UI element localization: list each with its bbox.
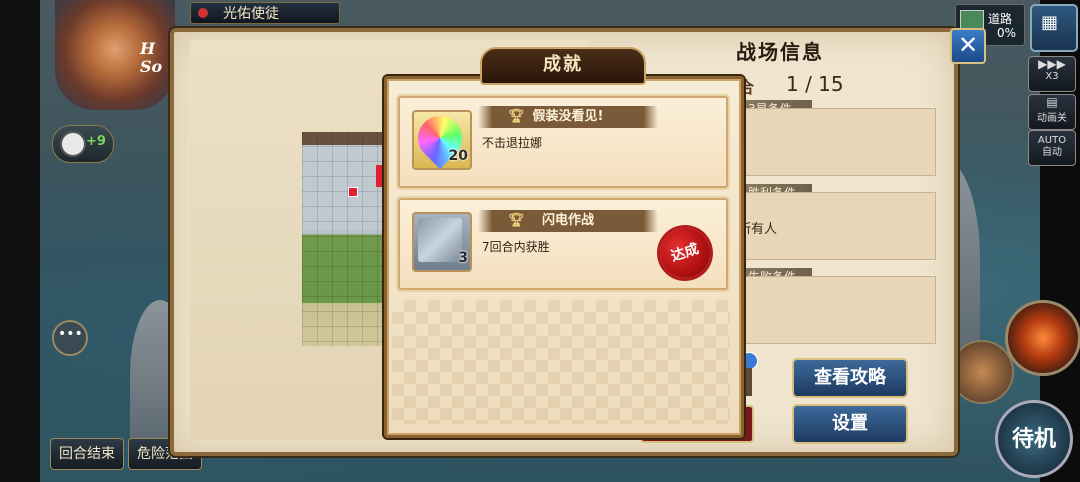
auto-button[interactable]: AUTO 自动	[1028, 130, 1076, 166]
fast-forward-icon: ▶▶▶	[1038, 57, 1066, 71]
animation-toggle-button[interactable]: ▤ 动画关	[1028, 94, 1076, 130]
achievement-name: 假装没看见!	[478, 106, 658, 128]
skill-orb-secondary[interactable]	[950, 340, 1014, 404]
achievement-name: 闪电作战	[478, 210, 658, 232]
hidden-button-edge	[746, 368, 752, 396]
achievement-desc: 7回合内获胜	[482, 240, 550, 254]
reward-count: 20	[448, 148, 468, 164]
speed-label: X3	[1045, 71, 1059, 82]
end-turn-button[interactable]: 回合结束	[50, 438, 124, 470]
settings-button[interactable]: 设置	[792, 404, 908, 444]
minimap-enemy-marker	[348, 187, 358, 197]
skill-orb[interactable]	[1005, 300, 1080, 376]
view-strategy-button[interactable]: 查看攻略	[792, 358, 908, 398]
chat-icon: •••	[58, 326, 83, 342]
trophy-icon: 🏆︎	[508, 213, 525, 228]
film-icon: ▤	[1046, 95, 1058, 109]
clock-icon	[60, 131, 86, 157]
achievement-title: 闪电作战	[541, 213, 594, 228]
road-value: 0%	[997, 26, 1017, 40]
turn-value: 1 / 15	[786, 72, 844, 96]
grid-icon: ▦	[1041, 12, 1059, 33]
battlefield-info-title: 战场信息	[736, 40, 824, 64]
animation-label: 动画关	[1037, 113, 1067, 124]
close-button[interactable]: ✕	[950, 28, 986, 64]
defeat-condition-box	[738, 276, 936, 344]
clock-bonus: +9	[86, 134, 106, 149]
three-star-condition-box	[738, 108, 936, 176]
auto-label: AUTO 自动	[1037, 135, 1067, 158]
left-letterbox	[0, 0, 40, 482]
speed-button[interactable]: ▶▶▶ X3	[1028, 56, 1076, 92]
achievements-title: 成就	[480, 47, 646, 85]
unit-name: 光佑使徒	[223, 6, 279, 22]
minimap-enemy-marker	[376, 165, 382, 187]
unit-name-bar: 光佑使徒	[190, 2, 340, 24]
trophy-icon: 🏆︎	[508, 109, 525, 124]
achievement-desc: 不击退拉娜	[482, 136, 543, 150]
road-label: 道路	[988, 12, 1013, 26]
achievement-title: 假装没看见!	[532, 109, 604, 124]
standby-button[interactable]: 待机	[995, 400, 1073, 478]
unit-indicator-icon	[198, 8, 208, 18]
panel-pattern	[392, 300, 730, 424]
map-icon	[960, 10, 984, 30]
character-name-tag: H So	[140, 39, 163, 76]
reward-count: 3	[458, 250, 468, 266]
